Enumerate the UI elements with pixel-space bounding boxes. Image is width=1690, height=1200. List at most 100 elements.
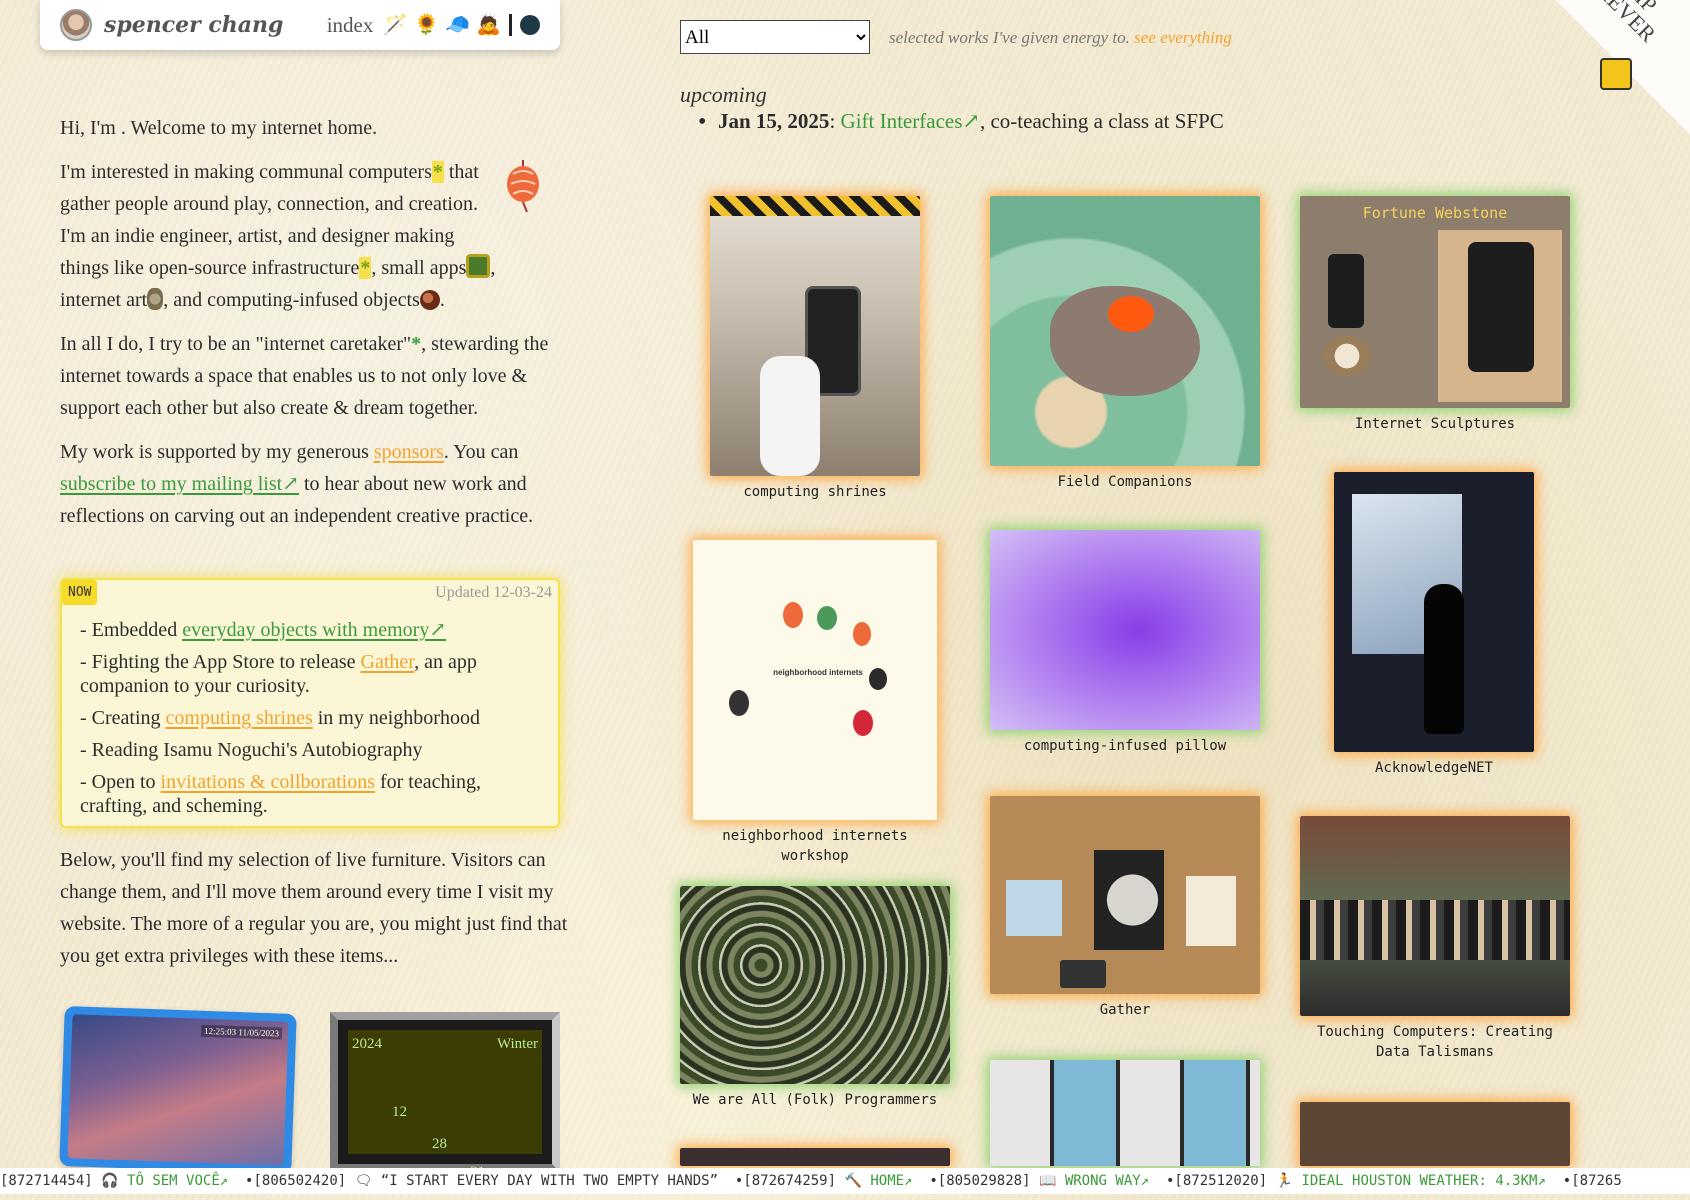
work-folk-programmers[interactable]: We are All (Folk) Programmers: [680, 886, 950, 1116]
intro-text: My work is supported by my generous: [60, 441, 374, 463]
theme-toggle-icon[interactable]: [520, 15, 540, 35]
calendar-year: 2024: [352, 1036, 382, 1052]
hammer-icon: 🔨: [844, 1173, 862, 1189]
lantern-shape: [783, 602, 803, 628]
ticker-item[interactable]: [872512020] 🏃 ideal houston weather: 4.3…: [1174, 1173, 1545, 1189]
asterisk-link[interactable]: *: [359, 257, 372, 279]
sky-photo-frame[interactable]: 12:25:03 11/05/2023: [59, 1006, 297, 1174]
work-neighborhood-internets[interactable]: neighborhood internets neighborhood inte…: [690, 540, 940, 864]
memory-objects-link[interactable]: everyday objects with memory↗: [182, 619, 446, 641]
hand-image: [760, 356, 820, 476]
ticker-item[interactable]: [872714454] 🎧 tô sem você↗: [0, 1173, 228, 1189]
object-icon[interactable]: [419, 290, 440, 310]
index-link[interactable]: index: [327, 13, 374, 38]
upcoming-date: Jan 15, 2025: [718, 109, 830, 133]
work-internet-sculptures[interactable]: Fortune Webstone Internet Sculptures: [1300, 196, 1570, 436]
ticker-item[interactable]: [872674259] 🔨 home↗: [743, 1173, 912, 1189]
group-photo: [1300, 900, 1570, 960]
ticker-item[interactable]: [806502420] 🗨 “I start every day with tw…: [253, 1173, 718, 1189]
lantern-shape: [869, 668, 887, 690]
calendar-screen: 2024 Winter 12 28 31: [348, 1030, 542, 1180]
work-partial[interactable]: [1300, 1102, 1570, 1166]
intro-support: My work is supported by my generous spon…: [60, 436, 560, 532]
intro-text: In all I do, I try to be an "internet ca…: [60, 333, 412, 355]
sponsors-link[interactable]: sponsors: [374, 441, 444, 463]
work-thumbnail: neighborhood internets: [693, 540, 937, 820]
work-thumbnail: [1300, 816, 1570, 1016]
calendar-widget[interactable]: 2024 Winter 12 28 31: [330, 1012, 560, 1180]
now-text: - Open to: [80, 771, 161, 793]
ticker-item[interactable]: [805029828] 📖 wrong way↗: [938, 1173, 1149, 1189]
now-badge: NOW: [62, 580, 98, 605]
sunflower-icon[interactable]: 🌻: [414, 15, 439, 35]
gather-link[interactable]: Gather: [361, 651, 415, 673]
now-list: - Embedded everyday objects with memory↗…: [80, 618, 544, 826]
works-filter-select[interactable]: All: [680, 20, 870, 54]
activity-ticker: [872714454] 🎧 tô sem você↗ •[806502420] …: [0, 1168, 1690, 1194]
work-title: computing-infused pillow: [1023, 738, 1227, 754]
avatar[interactable]: [60, 9, 92, 41]
shrines-link[interactable]: computing shrines: [166, 707, 313, 729]
now-text: - Creating: [80, 707, 166, 729]
calendar-day: 12: [392, 1104, 407, 1120]
upcoming-item: Jan 15, 2025: Gift Interfaces↗, co-teach…: [698, 109, 1224, 136]
headphones-icon: 🎧: [101, 1173, 119, 1189]
runner-icon: 🏃: [1275, 1173, 1294, 1189]
corner-ribbon: A WIP FOREVER: [1500, 0, 1690, 190]
cap-icon[interactable]: 🧢: [445, 15, 470, 35]
orange-blob: [1108, 296, 1154, 332]
furniture-intro: Below, you'll find my selection of live …: [60, 849, 568, 967]
work-computing-shrines[interactable]: computing shrines: [710, 196, 920, 506]
now-text: - Fighting the App Store to release: [80, 651, 361, 673]
climber-icon[interactable]: [1600, 58, 1632, 90]
work-computing-infused-pillow[interactable]: computing-infused pillow: [990, 530, 1260, 760]
inner-title: neighborhood internets: [773, 668, 863, 677]
photo-timestamp: 12:25:03 11/05/2023: [200, 1024, 283, 1040]
asterisk-link[interactable]: *: [431, 161, 444, 183]
work-title: neighborhood internets workshop: [722, 828, 908, 864]
intro-interests: I'm interested in making communal comput…: [60, 156, 500, 316]
ticker-text: home↗: [870, 1173, 913, 1189]
work-thumbnail: Fortune Webstone: [1300, 196, 1570, 408]
work-screens[interactable]: [990, 1060, 1260, 1166]
works-note: selected works I've given energy to. see…: [889, 28, 1232, 48]
intro-section: Hi, I'm . Welcome to my internet home. I…: [60, 112, 560, 544]
work-thumbnail: [990, 1060, 1260, 1166]
work-gather[interactable]: Gather: [990, 796, 1260, 1026]
site-name[interactable]: spencer chang: [104, 12, 283, 38]
list-item: - Open to invitations & collborations fo…: [80, 770, 544, 818]
magic-wand-icon[interactable]: 🪄: [383, 15, 408, 35]
calendar-season: Winter: [496, 1036, 538, 1052]
intro-text: I'm interested in making communal comput…: [60, 161, 432, 183]
subscribe-link[interactable]: subscribe to my mailing list↗: [60, 473, 299, 495]
lantern-shape: [853, 710, 873, 736]
invitations-link[interactable]: invitations & collborations: [161, 771, 375, 793]
gift-interfaces-link[interactable]: Gift Interfaces↗: [841, 109, 980, 133]
work-thumbnail: [990, 796, 1260, 994]
lantern-icon[interactable]: [505, 160, 541, 212]
intro-caretaker: In all I do, I try to be an "internet ca…: [60, 328, 560, 424]
ticker-id: [806502420]: [253, 1173, 347, 1189]
work-touching-computers[interactable]: Touching Computers: Creating Data Talism…: [1300, 816, 1570, 1066]
work-field-companions[interactable]: Field Companions: [990, 196, 1260, 496]
person-icon[interactable]: 🙇: [476, 15, 501, 35]
caution-tape: [710, 196, 920, 216]
intro-greeting: Hi, I'm . Welcome to my internet home.: [60, 117, 378, 139]
ticker-text: ideal houston weather: 4.3km↗: [1301, 1173, 1546, 1189]
work-thumbnail: [680, 1148, 950, 1166]
ticker-id: [872714454]: [0, 1173, 93, 1189]
intro-text: . You can: [443, 441, 519, 463]
ticker-text: “I start every day with two empty hands”: [380, 1173, 719, 1189]
app-icon[interactable]: [466, 254, 491, 278]
see-everything-link[interactable]: see everything: [1134, 28, 1232, 47]
list-item: - Fighting the App Store to release Gath…: [80, 650, 544, 698]
list-item: - Embedded everyday objects with memory↗: [80, 618, 544, 642]
work-partial[interactable]: [680, 1148, 950, 1166]
internet-art-icon[interactable]: [147, 288, 164, 310]
work-title: Gather: [1099, 1002, 1151, 1018]
work-acknowledgenet[interactable]: AcknowledgeNET: [1334, 472, 1534, 782]
work-title: computing shrines: [743, 484, 887, 500]
asterisk-link[interactable]: *: [411, 333, 421, 355]
work-title: We are All (Folk) Programmers: [692, 1092, 938, 1108]
intro-text: , small apps: [371, 257, 467, 279]
